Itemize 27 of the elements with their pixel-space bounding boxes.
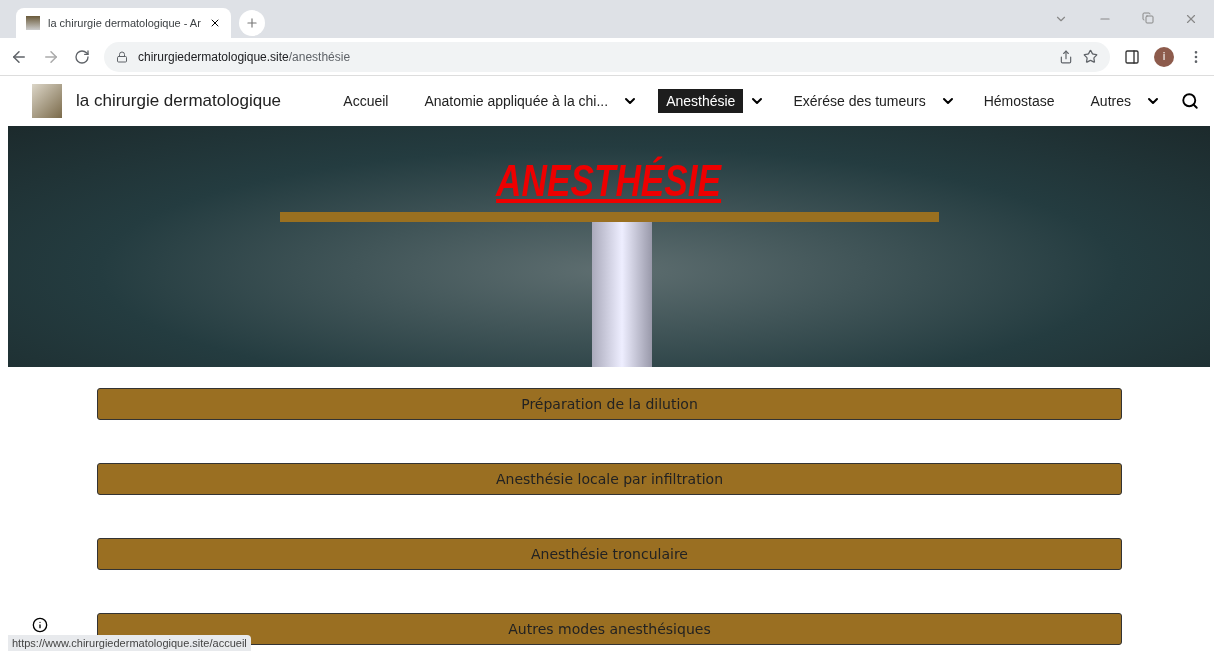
page-title: ANESTHÉSIE — [496, 156, 722, 206]
site-title[interactable]: la chirurgie dermatologique — [76, 91, 282, 111]
nav-link[interactable]: Anesthésie — [658, 89, 744, 113]
nav-link[interactable]: Hémostase — [975, 89, 1063, 113]
section-button[interactable]: Préparation de la dilution — [97, 388, 1122, 420]
browser-tab[interactable]: la chirurgie dermatologique - Ar — [16, 8, 231, 38]
nav-link[interactable]: Exérése des tumeurs — [785, 89, 934, 113]
address-bar[interactable]: chirurgiedermatologique.site/anesthésie — [104, 41, 1110, 72]
share-icon[interactable] — [1059, 49, 1073, 64]
tab-title: la chirurgie dermatologique - Ar — [48, 17, 201, 29]
section-button[interactable]: Anesthésie tronculaire — [97, 538, 1122, 570]
nav-link[interactable]: Anatomie appliquée à la chi... — [416, 89, 617, 113]
favicon-icon — [26, 16, 40, 30]
bookmark-star-icon[interactable] — [1083, 49, 1098, 64]
plus-icon — [245, 16, 259, 30]
search-icon[interactable] — [1181, 92, 1199, 110]
close-icon[interactable] — [209, 17, 221, 29]
section-button[interactable]: Anesthésie locale par infiltration — [97, 463, 1122, 495]
status-bar-url: https://www.chirurgiedermatologique.site/accueil — [8, 635, 251, 651]
lock-icon — [116, 50, 128, 63]
reload-icon[interactable] — [74, 48, 90, 65]
nav-link[interactable]: Autres — [1082, 89, 1139, 113]
site-logo[interactable] — [32, 84, 62, 118]
side-panel-icon[interactable] — [1124, 48, 1140, 65]
info-icon[interactable] — [32, 617, 48, 633]
profile-avatar[interactable]: i — [1154, 46, 1174, 67]
nav-link[interactable]: Accueil — [335, 89, 397, 113]
